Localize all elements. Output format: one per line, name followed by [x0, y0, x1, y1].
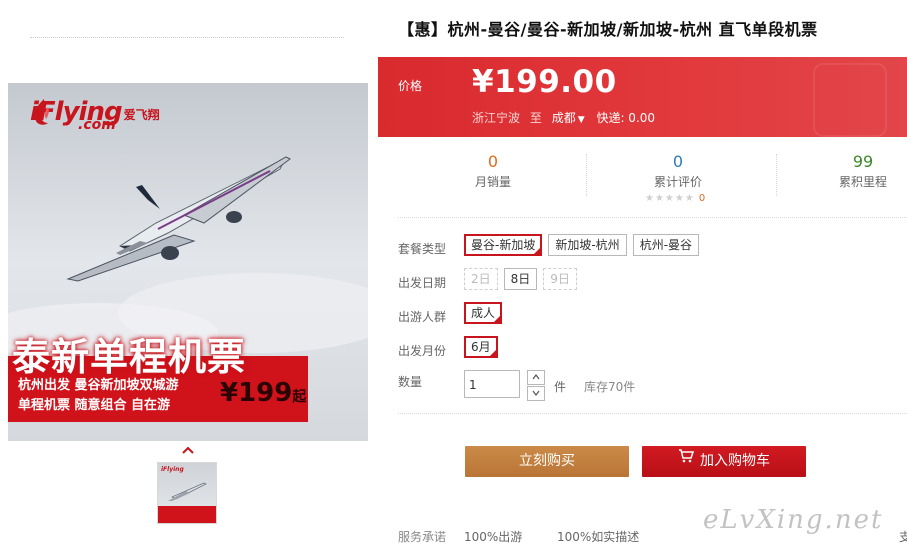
stat-monthly-sales: 0 月销量	[458, 152, 528, 190]
price-panel-decoration	[813, 63, 887, 137]
package-type-options: 曼谷-新加坡 新加坡-杭州 杭州-曼谷	[464, 234, 700, 256]
chevron-down-icon	[532, 390, 540, 396]
date-option[interactable]: 2日	[464, 268, 498, 290]
package-option[interactable]: 新加坡-杭州	[548, 234, 627, 256]
logo-domain: .com	[78, 117, 116, 133]
buy-now-button[interactable]: 立刻购买	[465, 446, 629, 477]
ship-from: 浙江宁波	[472, 111, 521, 125]
quantity-decrease-button[interactable]	[527, 386, 545, 401]
section-divider	[398, 217, 907, 218]
stat-miles: 99 累积里程	[828, 152, 898, 190]
service-item: 支	[899, 530, 907, 544]
cart-icon	[678, 444, 695, 475]
departure-month-options: 6月	[464, 336, 498, 358]
date-option[interactable]: 8日	[503, 268, 538, 290]
thumbnail-logo: iFlying	[161, 466, 184, 473]
product-title: 【惠】杭州-曼谷/曼谷-新加坡/新加坡-杭州 直飞单段机票	[398, 20, 818, 39]
departure-month-label: 出发月份	[398, 344, 447, 358]
service-item: 100%出游	[464, 530, 523, 544]
quantity-increase-button[interactable]	[527, 370, 545, 385]
ship-to-word: 至	[529, 111, 542, 125]
thumbnail-image[interactable]: iFlying	[157, 462, 217, 524]
stat-reviews[interactable]: 0 累计评价	[638, 152, 718, 190]
chevron-up-icon	[532, 374, 540, 380]
shipping-fee: 快递: 0.00	[596, 111, 656, 125]
banner-price: ¥199起	[220, 378, 306, 408]
product-main-image[interactable]: iFlying 爱飞翔 .com 泰新单程机票 杭州出发 曼谷新加坡双城游 单程…	[8, 83, 368, 441]
chevron-up-icon[interactable]	[182, 446, 194, 454]
stock-count: 库存70件	[584, 380, 636, 394]
traveler-options: 成人	[464, 302, 503, 324]
package-option[interactable]: 杭州-曼谷	[632, 234, 700, 256]
miles-value: 99	[852, 152, 874, 171]
departure-date-label: 出发日期	[398, 276, 447, 290]
banner-line-1: 杭州出发 曼谷新加坡双城游	[18, 378, 179, 393]
price-panel: 价格 ¥199.00 浙江宁波 至 成都 ▼ 快递: 0.00	[378, 57, 907, 137]
price-label: 价格	[398, 79, 423, 93]
banner-price-suffix: 起	[292, 389, 307, 405]
monthly-sales-value: 0	[487, 152, 499, 171]
shipping-info: 浙江宁波 至 成都 ▼ 快递: 0.00	[472, 109, 655, 126]
banner-line-2: 单程机票 随意组合 自在游	[18, 398, 171, 413]
review-count: 0	[698, 193, 706, 204]
package-type-label: 套餐类型	[398, 242, 447, 256]
banner-price-value: ¥199	[220, 378, 293, 408]
reviews-value: 0	[672, 152, 684, 171]
add-to-cart-label: 加入购物车	[700, 453, 770, 469]
traveler-option[interactable]: 成人	[464, 302, 503, 324]
traveler-label: 出游人群	[398, 310, 447, 324]
flame-logo-icon	[34, 99, 49, 125]
star-icon: ★★★★★	[645, 193, 695, 204]
miles-label: 累积里程	[838, 175, 887, 189]
month-option[interactable]: 6月	[464, 336, 498, 358]
rating-stars: ★★★★★ 0	[645, 193, 705, 204]
price-value: ¥199.00	[472, 64, 617, 100]
stat-divider	[776, 154, 777, 196]
banner-title: 泰新单程机票	[12, 335, 247, 379]
service-item: 100%如实描述	[557, 530, 640, 544]
date-option[interactable]: 9日	[543, 268, 577, 290]
quantity-label: 数量	[398, 375, 423, 389]
ship-destination-select[interactable]: 成都	[552, 111, 576, 125]
chevron-down-icon[interactable]: ▼	[578, 115, 585, 125]
thumbnail-banner	[158, 506, 216, 523]
product-stats: 0 月销量 0 累计评价 ★★★★★ 0 99 累积里程	[398, 146, 907, 210]
add-to-cart-button[interactable]: 加入购物车	[642, 446, 806, 477]
watermark: eLvXing.net	[703, 505, 884, 535]
section-divider	[398, 413, 907, 414]
top-divider	[30, 37, 344, 38]
monthly-sales-label: 月销量	[474, 175, 511, 189]
stat-divider	[586, 154, 587, 196]
reviews-label: 累计评价	[653, 175, 702, 189]
departure-date-options: 2日 8日 9日	[464, 268, 577, 290]
service-label: 服务承诺	[398, 530, 447, 544]
quantity-input[interactable]: 1	[464, 370, 520, 398]
package-option[interactable]: 曼谷-新加坡	[464, 234, 543, 256]
logo-chinese: 爱飞翔	[123, 108, 160, 122]
quantity-unit: 件	[554, 380, 567, 394]
